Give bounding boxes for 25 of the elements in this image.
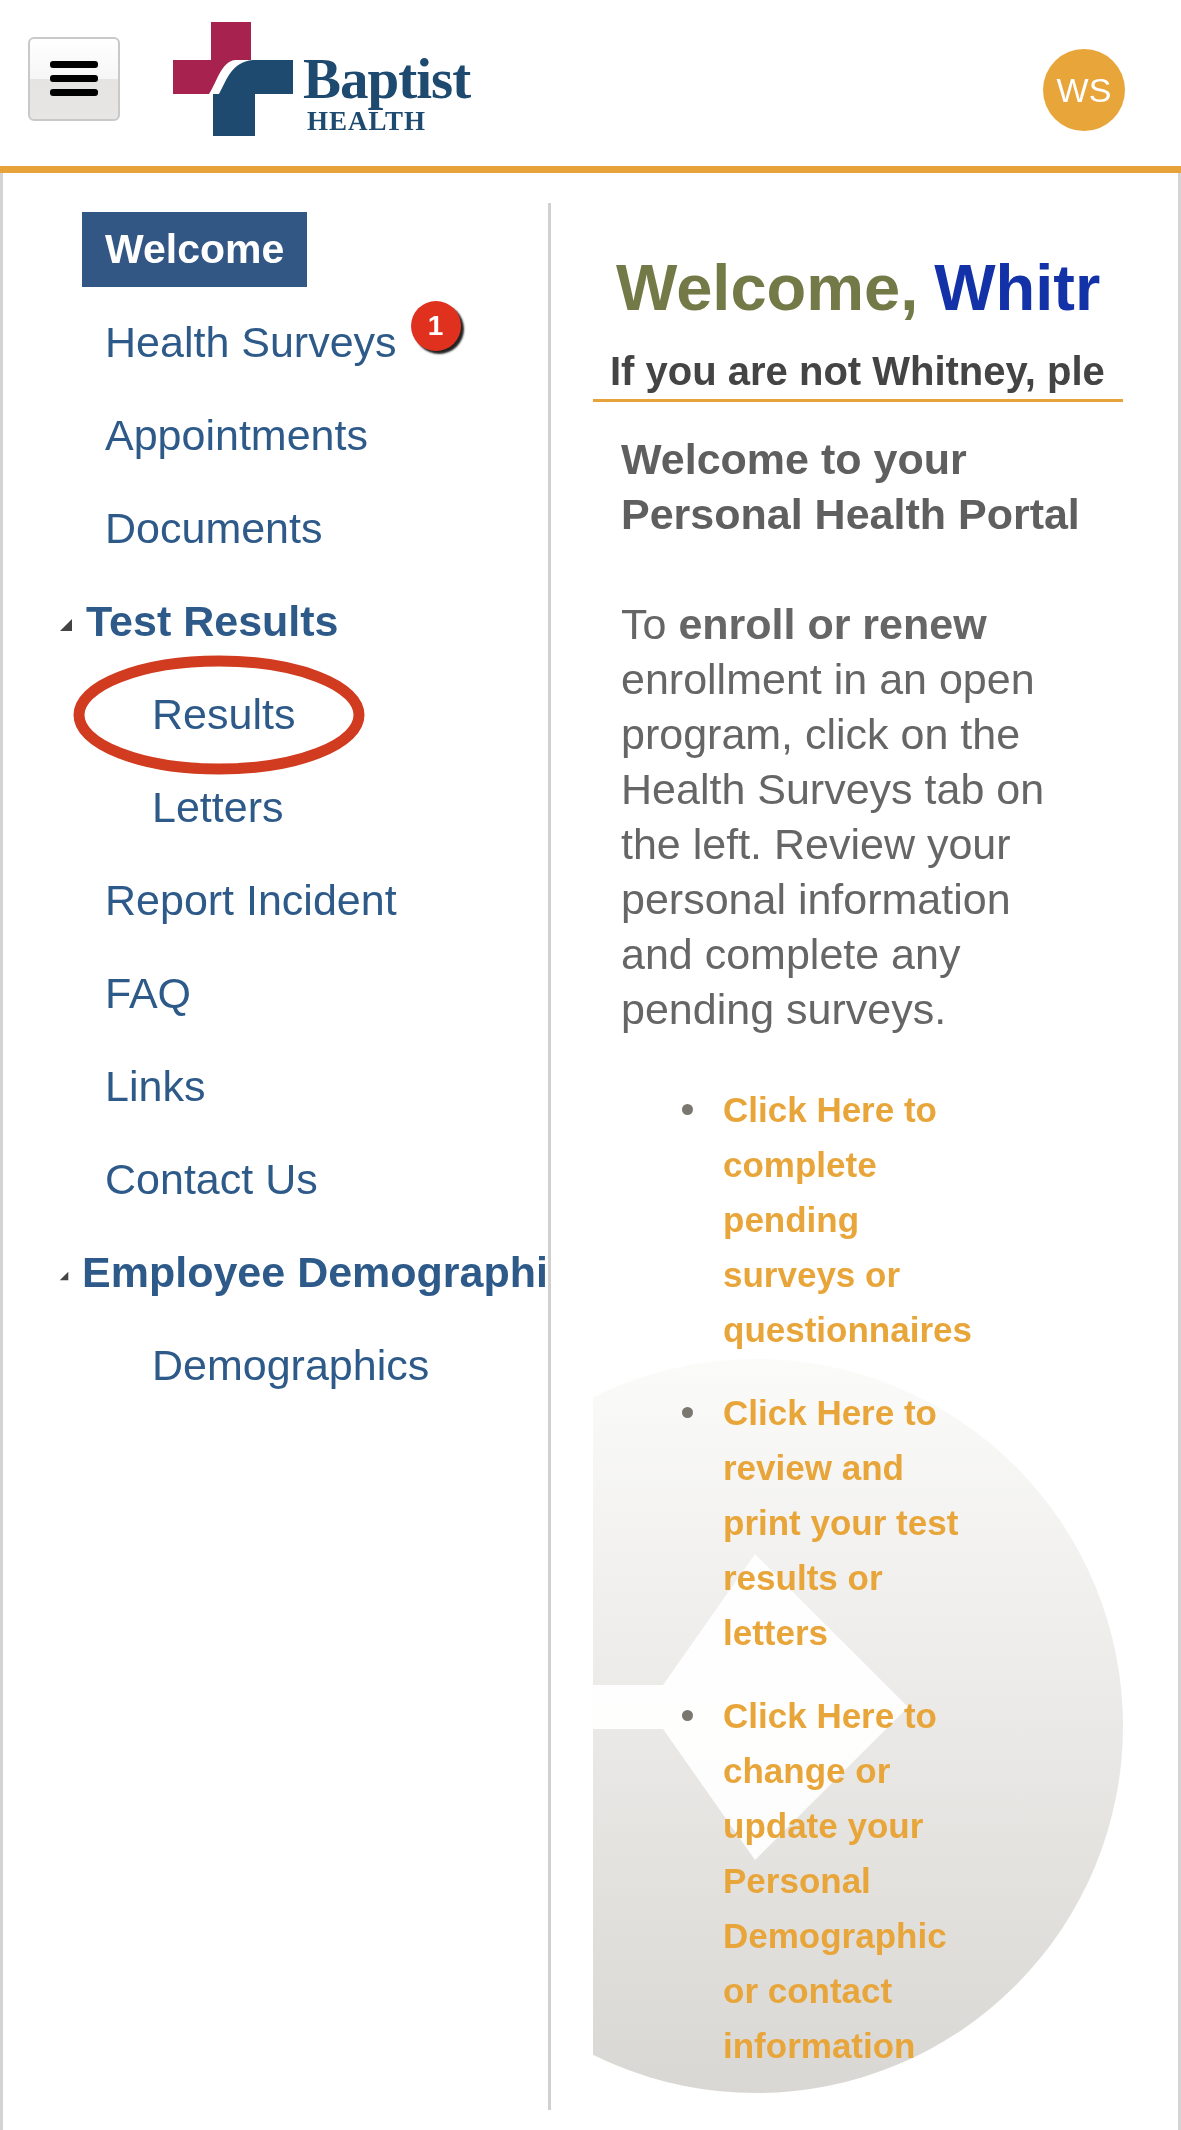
identity-notice: If you are not Whitney, ple [593, 349, 1123, 402]
bullet-icon [682, 1104, 693, 1115]
menu-button[interactable] [28, 37, 120, 121]
count-badge: 1 [410, 300, 461, 351]
bullet-icon [682, 1710, 693, 1721]
expand-triangle-icon[interactable] [59, 617, 73, 632]
nav-group-header[interactable]: Employee Demographi [82, 1248, 548, 1297]
welcome-heading: Welcome, [616, 251, 919, 324]
portal-heading: Welcome to your Personal Health Portal [621, 434, 1081, 540]
menu-icon [50, 59, 98, 99]
nav-item[interactable]: Documents [82, 491, 323, 566]
instructions-paragraph: To enroll or renew enrollment in an open program, click on the Health Surveys tab on the left. Review your personal information and complete any pending surveys. [621, 599, 1046, 1035]
nav-subitem[interactable]: Letters [129, 770, 284, 845]
nav-item[interactable]: Health Surveys [82, 305, 397, 380]
user-name: Whitr [934, 251, 1101, 324]
nav-item[interactable]: Appointments [82, 398, 368, 473]
nav-item[interactable]: FAQ [82, 956, 192, 1031]
nav-group-header[interactable]: Test Results [86, 597, 339, 646]
nav-item[interactable]: Links [82, 1049, 206, 1124]
nav-item[interactable]: Welcome [82, 212, 308, 287]
cross-logo-icon [173, 22, 293, 136]
nav-item[interactable]: Contact Us [82, 1142, 318, 1217]
nav-item[interactable]: Report Incident [82, 863, 397, 938]
bullet-icon [682, 1407, 693, 1418]
nav-subitem[interactable]: Demographics [129, 1328, 430, 1403]
